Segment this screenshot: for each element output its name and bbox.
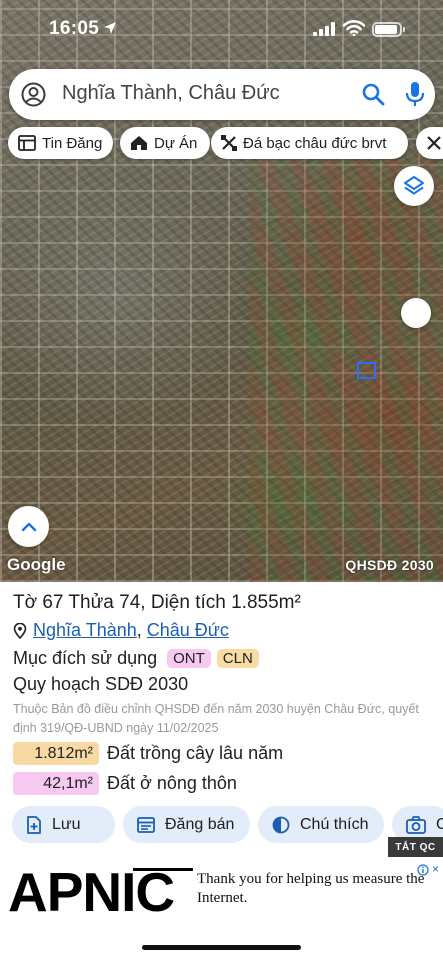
tools-icon bbox=[221, 135, 237, 151]
home-indicator[interactable] bbox=[142, 945, 301, 950]
post-listing-icon bbox=[137, 816, 155, 833]
chip-label: Đá bạc châu đức brvt bbox=[243, 134, 387, 152]
search-input[interactable]: Nghĩa Thành, Châu Đức bbox=[62, 82, 280, 105]
ad-text: Thank you for helping us measure the Int… bbox=[197, 871, 425, 906]
add-doc-icon bbox=[27, 815, 41, 834]
ad-info-icon[interactable] bbox=[417, 864, 429, 876]
save-button[interactable]: Lưu bbox=[12, 806, 115, 843]
ad-close-icon[interactable]: × bbox=[432, 863, 439, 875]
location-pin-icon bbox=[13, 622, 27, 639]
area-value-badge: 42,1m² bbox=[13, 772, 99, 795]
search-bar[interactable]: Nghĩa Thành, Châu Đức bbox=[9, 69, 435, 120]
cellular-signal-icon bbox=[313, 22, 335, 36]
save-button-label: Lưu bbox=[52, 815, 81, 833]
area-value-badge: 1.812m² bbox=[13, 742, 99, 765]
microphone-icon[interactable] bbox=[404, 81, 426, 107]
location-separator: , bbox=[136, 620, 142, 640]
layers-icon bbox=[404, 176, 424, 195]
commune-link[interactable]: Nghĩa Thành bbox=[33, 620, 137, 641]
google-logo: Google bbox=[7, 555, 66, 574]
parcel-title: Tờ 67 Thửa 74, Diện tích 1.855m² bbox=[13, 592, 301, 613]
chip-tin-dang[interactable]: Tin Đăng bbox=[8, 127, 113, 159]
area-label: Đất trồng cây lâu năm bbox=[107, 743, 284, 763]
opacity-slider-handle[interactable] bbox=[401, 298, 431, 328]
purpose-label: Mục đích sử dụng bbox=[13, 648, 158, 668]
filter-chips: Tin Đăng Dự Án Đá bạc châu đức brvt bbox=[8, 127, 443, 159]
listing-icon bbox=[18, 135, 36, 151]
account-icon[interactable] bbox=[21, 82, 46, 107]
chip-more[interactable] bbox=[416, 127, 443, 159]
wifi-icon bbox=[343, 20, 365, 36]
battery-icon bbox=[372, 22, 405, 37]
status-bar: 16:05 bbox=[0, 0, 443, 58]
camera-button-label: C bbox=[436, 815, 443, 833]
layer-label: QHSDĐ 2030 bbox=[345, 557, 434, 573]
chevron-up-icon bbox=[21, 522, 36, 531]
action-buttons: Lưu Đăng bán Chú thích C bbox=[0, 806, 443, 843]
area-row: 42,1m² Đất ở nông thôn bbox=[13, 772, 237, 795]
plan-description: Thuộc Bản đồ điều chỉnh QHSDĐ đến năm 20… bbox=[13, 702, 419, 735]
parcel-info-sheet: Tờ 67 Thửa 74, Diện tích 1.855m² Nghĩa T… bbox=[0, 582, 443, 860]
area-row: 1.812m² Đất trồng cây lâu năm bbox=[13, 742, 283, 765]
chip-label: Tin Đăng bbox=[42, 134, 103, 152]
ad-brand-logo: APNIC bbox=[8, 861, 175, 923]
purpose-tag-ont: ONT bbox=[167, 649, 211, 668]
expand-up-button[interactable] bbox=[8, 506, 49, 547]
legend-button[interactable]: Chú thích bbox=[258, 806, 384, 843]
satellite-map[interactable]: 16:05 Nghĩa Thành, Châu Đức Tin Đăng Dự … bbox=[0, 0, 443, 582]
contrast-icon bbox=[272, 816, 290, 833]
ad-logo-rule bbox=[133, 868, 193, 871]
hide-ads-button[interactable]: TẮT QC bbox=[388, 837, 443, 857]
map-farmland bbox=[250, 150, 443, 582]
tools-icon bbox=[427, 136, 441, 150]
search-icon[interactable] bbox=[361, 82, 385, 106]
status-time: 16:05 bbox=[49, 18, 100, 39]
ad-banner[interactable]: APNIC Thank you for helping us measure t… bbox=[0, 860, 443, 922]
camera-icon bbox=[406, 815, 426, 834]
post-sale-button-label: Đăng bán bbox=[165, 815, 235, 833]
chip-label: Dự Án bbox=[154, 134, 198, 152]
house-icon bbox=[131, 136, 147, 150]
area-label: Đất ở nông thôn bbox=[107, 773, 237, 793]
layers-button[interactable] bbox=[394, 166, 434, 206]
chip-da-bac[interactable]: Đá bạc châu đức brvt bbox=[211, 127, 408, 159]
selected-parcel-outline[interactable] bbox=[357, 362, 376, 379]
purpose-tag-cln: CLN bbox=[216, 649, 259, 668]
plan-title: Quy hoạch SDĐ 2030 bbox=[13, 674, 189, 694]
land-use-purpose: Mục đích sử dụng ONT CLN bbox=[13, 648, 259, 669]
legend-button-label: Chú thích bbox=[300, 815, 369, 833]
post-sale-button[interactable]: Đăng bán bbox=[123, 806, 250, 843]
district-link[interactable]: Châu Đức bbox=[147, 620, 229, 641]
chip-du-an[interactable]: Dự Án bbox=[120, 127, 210, 159]
parcel-location: Nghĩa Thành , Châu Đức bbox=[13, 620, 229, 641]
location-arrow-icon bbox=[104, 22, 116, 34]
